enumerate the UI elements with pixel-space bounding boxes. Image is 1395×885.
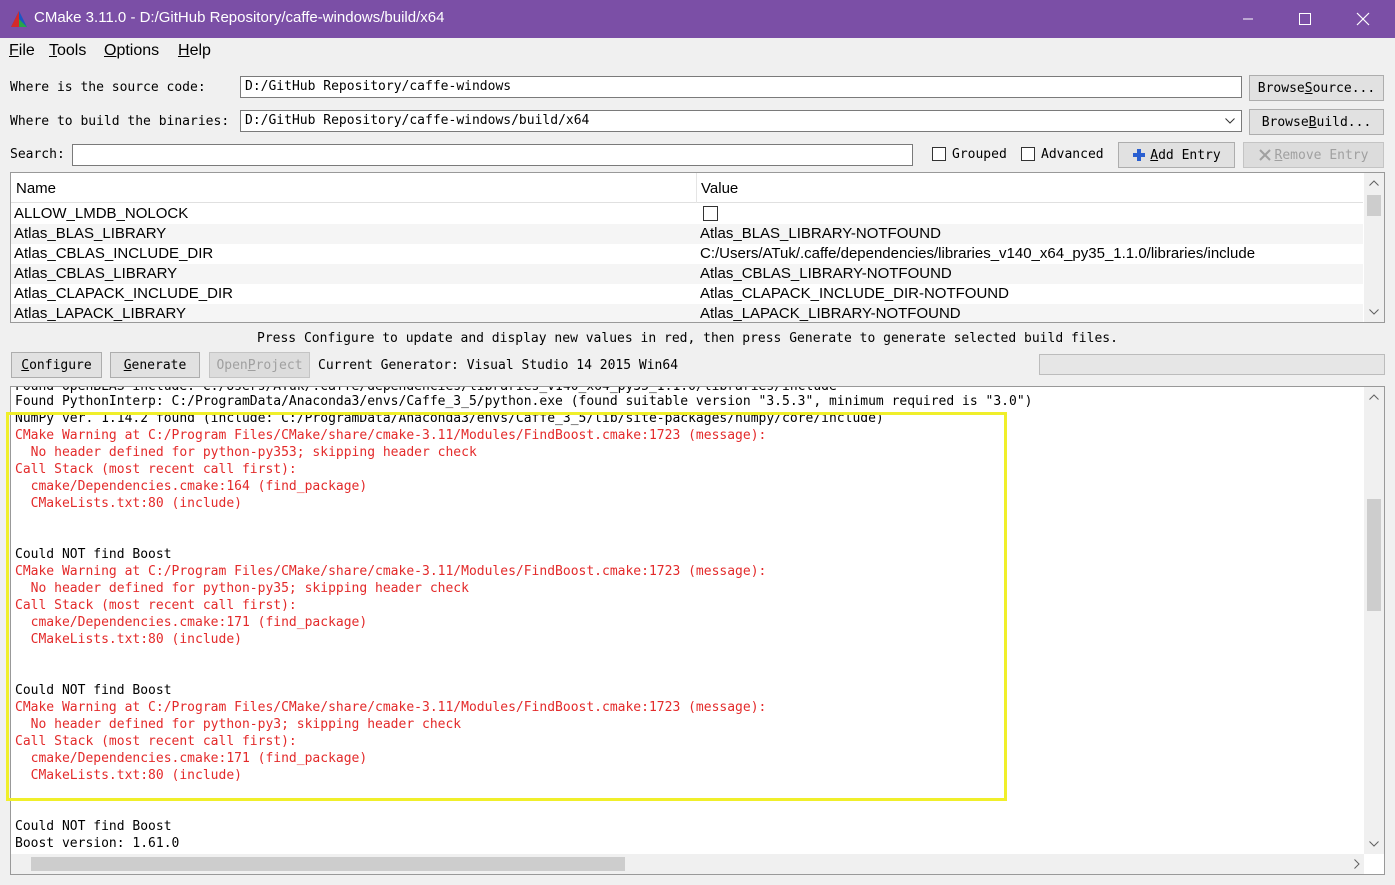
menu-options[interactable]: Options (104, 42, 159, 60)
table-row[interactable]: Atlas_CLAPACK_INCLUDE_DIR Atlas_CLAPACK_… (11, 284, 1363, 304)
table-row[interactable]: Atlas_BLAS_LIBRARY Atlas_BLAS_LIBRARY-NO… (11, 224, 1363, 244)
chevron-down-icon[interactable] (1225, 118, 1235, 124)
source-path-input[interactable]: D:/GitHub Repository/caffe-windows (240, 76, 1242, 98)
plus-icon (1133, 149, 1146, 161)
configure-button[interactable]: Configure (11, 352, 102, 378)
row-value-checkbox[interactable] (703, 206, 718, 221)
log-hscroll-thumb[interactable] (31, 857, 625, 871)
log-line-warning: CMakeLists.txt:80 (include) (15, 632, 242, 647)
log-line-warning: cmake/Dependencies.cmake:171 (find_packa… (15, 615, 368, 630)
row-name: Atlas_CBLAS_LIBRARY (14, 265, 178, 282)
maximize-button[interactable] (1282, 0, 1328, 38)
scroll-up-arrow-icon[interactable] (1364, 389, 1384, 405)
source-label: Where is the source code: (10, 80, 206, 95)
scroll-up-arrow-icon[interactable] (1364, 175, 1384, 191)
row-name: Atlas_CBLAS_INCLUDE_DIR (14, 245, 214, 262)
row-value: Atlas_CLAPACK_INCLUDE_DIR-NOTFOUND (700, 285, 1009, 302)
build-label: Where to build the binaries: (10, 114, 230, 129)
log-line-warning: No header defined for python-py353; skip… (15, 445, 477, 460)
window-title: CMake 3.11.0 - D:/GitHub Repository/caff… (34, 9, 445, 26)
log-line: Found PythonInterp: C:/ProgramData/Anaco… (15, 394, 1033, 409)
table-header: Name Value (11, 173, 1363, 203)
log-line-warning: cmake/Dependencies.cmake:171 (find_packa… (15, 751, 368, 766)
row-name: ALLOW_LMDB_NOLOCK (14, 205, 189, 222)
log-line-warning: cmake/Dependencies.cmake:164 (find_packa… (15, 479, 368, 494)
table-vertical-scrollbar[interactable] (1364, 173, 1384, 322)
search-input[interactable] (72, 144, 913, 166)
minimize-button[interactable] (1225, 0, 1271, 38)
log-line-warning: CMakeLists.txt:80 (include) (15, 768, 242, 783)
row-name: Atlas_CLAPACK_INCLUDE_DIR (14, 285, 233, 302)
log-line-warning: No header defined for python-py35; skipp… (15, 581, 469, 596)
advanced-checkbox[interactable] (1021, 147, 1035, 161)
advanced-label: Advanced (1041, 147, 1104, 162)
search-label: Search: (10, 147, 65, 162)
column-header-name[interactable]: Name (16, 180, 56, 197)
cmake-triangle-icon (11, 11, 27, 27)
scroll-down-arrow-icon[interactable] (1364, 304, 1384, 320)
menu-tools[interactable]: Tools (49, 42, 86, 60)
log-horizontal-scrollbar[interactable] (11, 854, 1364, 874)
row-value: Atlas_BLAS_LIBRARY-NOTFOUND (700, 225, 941, 242)
build-path-combobox[interactable]: D:/GitHub Repository/caffe-windows/build… (240, 110, 1242, 132)
title-bar: CMake 3.11.0 - D:/GitHub Repository/caff… (0, 0, 1395, 38)
log-line-warning: Call Stack (most recent call first): (15, 462, 297, 477)
row-value: C:/Users/ATuk/.caffe/dependencies/librar… (700, 245, 1256, 262)
log-line: Could NOT find Boost (15, 683, 172, 698)
progress-bar (1039, 354, 1385, 375)
browse-source-button[interactable]: Browse Source... (1249, 75, 1384, 101)
log-line-warning: CMake Warning at C:/Program Files/CMake/… (15, 564, 767, 579)
log-line: Boost version: 1.61.0 (15, 836, 180, 851)
minimize-icon (1243, 18, 1253, 20)
menu-bar: File Tools Options Help (0, 38, 1395, 66)
log-vertical-scrollbar[interactable] (1364, 387, 1384, 854)
menu-help[interactable]: Help (178, 42, 211, 60)
log-line-warning: Call Stack (most recent call first): (15, 598, 297, 613)
close-icon (1356, 12, 1370, 26)
table-scroll-thumb[interactable] (1367, 195, 1381, 216)
log-line: Could NOT find Boost (15, 547, 172, 562)
open-project-button[interactable]: Open Project (209, 352, 310, 378)
row-value: Atlas_CBLAS_LIBRARY-NOTFOUND (700, 265, 952, 282)
close-button[interactable] (1340, 0, 1386, 38)
grouped-checkbox[interactable] (932, 147, 946, 161)
log-line: Could NOT find Boost (15, 819, 172, 834)
menu-file[interactable]: File (9, 42, 35, 60)
hint-text: Press Configure to update and display ne… (257, 331, 1118, 346)
cache-variables-table[interactable]: Name Value ALLOW_LMDB_NOLOCK Atlas_BLAS_… (10, 172, 1385, 323)
row-name: Atlas_BLAS_LIBRARY (14, 225, 167, 242)
log-line-warning: No header defined for python-py3; skippi… (15, 717, 462, 732)
add-entry-button[interactable]: Add Entry (1118, 142, 1235, 168)
log-scroll-thumb[interactable] (1367, 499, 1381, 611)
column-separator[interactable] (696, 173, 697, 203)
table-row[interactable]: Atlas_CBLAS_LIBRARY Atlas_CBLAS_LIBRARY-… (11, 264, 1363, 284)
log-line: NumPy ver. 1.14.2 found (include: C:/Pro… (15, 411, 884, 426)
log-line-warning: CMakeLists.txt:80 (include) (15, 496, 242, 511)
build-path-value: D:/GitHub Repository/caffe-windows/build… (245, 113, 590, 128)
scroll-right-arrow-icon[interactable] (1354, 859, 1360, 869)
output-log[interactable]: Found OpenBLAS include: C:/Users/ATuk/.c… (10, 386, 1385, 875)
scroll-down-arrow-icon[interactable] (1364, 836, 1384, 852)
current-generator-label: Current Generator: Visual Studio 14 2015… (318, 358, 679, 373)
table-row[interactable]: Atlas_LAPACK_LIBRARY Atlas_LAPACK_LIBRAR… (11, 304, 1363, 322)
browse-build-button[interactable]: Browse Build... (1249, 109, 1384, 135)
table-row[interactable]: Atlas_CBLAS_INCLUDE_DIR C:/Users/ATuk/.c… (11, 244, 1363, 264)
log-line-warning: CMake Warning at C:/Program Files/CMake/… (15, 428, 767, 443)
remove-entry-button[interactable]: Remove Entry (1243, 142, 1384, 168)
grouped-label: Grouped (952, 147, 1007, 162)
log-line-warning: Call Stack (most recent call first): (15, 734, 297, 749)
maximize-icon (1299, 13, 1311, 25)
log-line-warning: CMake Warning at C:/Program Files/CMake/… (15, 700, 767, 715)
generate-button[interactable]: Generate (110, 352, 200, 378)
row-value: Atlas_LAPACK_LIBRARY-NOTFOUND (700, 305, 961, 322)
row-name: Atlas_LAPACK_LIBRARY (14, 305, 187, 322)
table-row[interactable]: ALLOW_LMDB_NOLOCK (11, 204, 1363, 224)
remove-x-icon (1258, 149, 1271, 161)
column-header-value[interactable]: Value (701, 180, 738, 197)
